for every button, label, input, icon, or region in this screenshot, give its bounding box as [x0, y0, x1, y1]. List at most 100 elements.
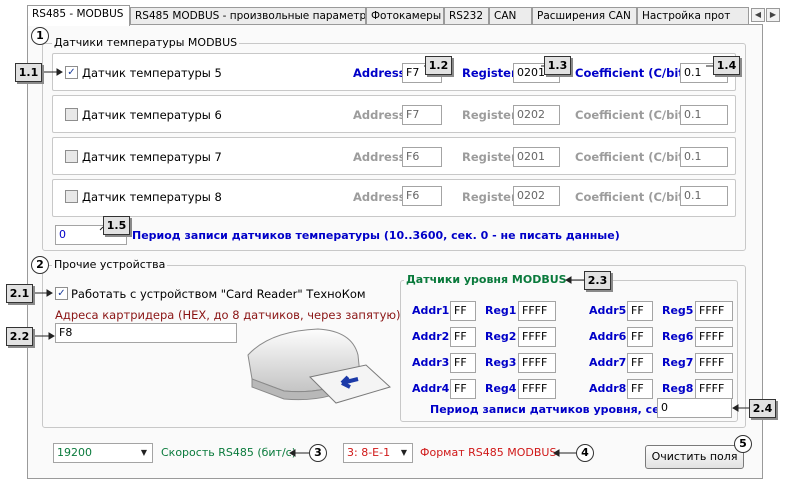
level-addr-8-label: Addr8 [589, 382, 627, 395]
temp-period-label: Период записи датчиков температуры (10..… [132, 229, 620, 242]
callout-2-1: 2.1 [6, 284, 33, 303]
sensor-5-checkbox[interactable]: ✓ [65, 66, 78, 79]
sensor-5-address-label: Address [353, 66, 406, 80]
sensor-6-address-label: Address [353, 108, 406, 122]
sensor-7-checkbox[interactable] [65, 150, 78, 163]
sensor-7-register-input[interactable]: 0201 [513, 147, 560, 167]
callout-2-2: 2.2 [6, 327, 33, 346]
speed-label: Скорость RS485 (бит/с) [161, 446, 296, 459]
sensor-7-address-input[interactable]: F6 [402, 147, 442, 167]
level-addr-2-input[interactable]: FF [450, 327, 476, 347]
format-label: Формат RS485 MODBUS [420, 446, 557, 459]
level-sensors-title: Датчики уровня MODBUS [404, 273, 569, 286]
tab-protocol[interactable]: Настройка прот [637, 7, 749, 25]
level-addr-1-input[interactable]: FF [450, 301, 476, 321]
callout-1-2: 1.2 [425, 56, 452, 75]
sensor-6-register-input[interactable]: 0202 [513, 105, 560, 125]
level-reg-6-input[interactable]: FFFF [695, 327, 733, 347]
sensor-6-coef-input[interactable]: 0.1 [680, 105, 728, 125]
level-addr-4-input[interactable]: FF [450, 379, 476, 399]
sensor-5-register-label: Register [462, 66, 517, 80]
level-reg-7-label: Reg7 [662, 356, 694, 369]
scroll-right-icon[interactable]: ▶ [766, 8, 780, 22]
sensor-6-checkbox[interactable] [65, 108, 78, 121]
level-reg-1-label: Reg1 [485, 304, 517, 317]
level-period-input[interactable]: 0 [657, 398, 732, 418]
temp-sensors-title: Датчики температуры MODBUS [52, 36, 240, 49]
level-reg-2-input[interactable]: FFFF [518, 327, 556, 347]
callout-1-4: 1.4 [713, 56, 740, 75]
level-reg-7-input[interactable]: FFFF [695, 353, 733, 373]
level-addr-3-input[interactable]: FF [450, 353, 476, 373]
tab-can[interactable]: CAN [489, 7, 532, 25]
sensor-8-coef-label: Coefficient (C/bit) [575, 190, 690, 204]
sensor-7-coef-input[interactable]: 0.1 [680, 147, 728, 167]
sensor-6-label: Датчик температуры 6 [82, 108, 222, 122]
level-reg-2-label: Reg2 [485, 330, 517, 343]
sensor-8-register-input[interactable]: 0202 [513, 186, 560, 206]
level-reg-1-input[interactable]: FFFF [518, 301, 556, 321]
marker-5: 5 [734, 435, 752, 453]
scroll-left-icon[interactable]: ◀ [751, 8, 765, 22]
sensor-7-address-label: Address [353, 150, 406, 164]
sensor-7-label: Датчик температуры 7 [82, 150, 222, 164]
sensor-5-coef-label: Coefficient (C/bit) [575, 66, 690, 80]
callout-1-5: 1.5 [103, 216, 130, 235]
level-addr-8-input[interactable]: FF [627, 379, 653, 399]
level-reg-8-input[interactable]: FFFF [695, 379, 733, 399]
marker-2: 2 [31, 256, 49, 274]
sensor-8-address-label: Address [353, 190, 406, 204]
cartridge-address-label: Адреса картридера (HEX, до 8 датчиков, ч… [55, 308, 401, 322]
sensor-8-label: Датчик температуры 8 [82, 190, 222, 204]
sensor-5-label: Датчик температуры 5 [82, 66, 222, 80]
level-reg-8-label: Reg8 [662, 382, 694, 395]
sensor-8-checkbox[interactable] [65, 190, 78, 203]
level-addr-5-input[interactable]: FF [627, 301, 653, 321]
sensor-6-address-input[interactable]: F7 [402, 105, 442, 125]
sensor-8-address-input[interactable]: F6 [402, 186, 442, 206]
level-reg-6-label: Reg6 [662, 330, 694, 343]
tab-rs232[interactable]: RS232 [444, 7, 489, 25]
tab-can-ext[interactable]: Расширения CAN [532, 7, 637, 25]
level-addr-7-label: Addr7 [589, 356, 627, 369]
marker-4: 4 [576, 444, 594, 462]
sensor-8-coef-input[interactable]: 0.1 [680, 186, 728, 206]
tab-rs485-custom[interactable]: RS485 MODBUS - произвольные параметры [130, 7, 366, 25]
tab-cameras[interactable]: Фотокамеры [366, 7, 444, 25]
level-addr-7-input[interactable]: FF [627, 353, 653, 373]
speed-value: 19200 [57, 446, 92, 459]
sensor-7-register-label: Register [462, 150, 517, 164]
format-select[interactable]: 3: 8-E-1 ▼ [343, 443, 413, 463]
sensor-8-register-label: Register [462, 190, 517, 204]
level-addr-6-label: Addr6 [589, 330, 627, 343]
tab-strip: RS485 - MODBUS RS485 MODBUS - произвольн… [27, 5, 783, 26]
callout-2-4: 2.4 [749, 399, 776, 418]
level-reg-4-input[interactable]: FFFF [518, 379, 556, 399]
other-devices-title: Прочие устройства [52, 258, 168, 271]
clear-fields-button[interactable]: Очистить поля [645, 445, 744, 469]
marker-1: 1 [31, 27, 49, 45]
card-reader-device-icon [247, 328, 391, 404]
level-reg-3-input[interactable]: FFFF [518, 353, 556, 373]
level-addr-3-label: Addr3 [412, 356, 450, 369]
tab-rs485-modbus[interactable]: RS485 - MODBUS [27, 5, 130, 26]
level-reg-5-input[interactable]: FFFF [695, 301, 733, 321]
chevron-down-icon: ▼ [396, 444, 412, 462]
level-addr-6-input[interactable]: FF [627, 327, 653, 347]
card-reader-label: Работать с устройством "Card Reader" Тех… [71, 287, 366, 301]
card-reader-checkbox[interactable]: ✓ [55, 287, 68, 300]
callout-2-3: 2.3 [584, 271, 611, 290]
level-reg-4-label: Reg4 [485, 382, 517, 395]
level-addr-1-label: Addr1 [412, 304, 450, 317]
sensor-7-coef-label: Coefficient (C/bit) [575, 150, 690, 164]
speed-select[interactable]: 19200 ▼ [53, 443, 153, 463]
level-reg-5-label: Reg5 [662, 304, 694, 317]
level-addr-2-label: Addr2 [412, 330, 450, 343]
cartridge-address-input[interactable]: F8 [55, 323, 237, 343]
sensor-6-coef-label: Coefficient (C/bit) [575, 108, 690, 122]
chevron-down-icon: ▼ [136, 444, 152, 462]
sensor-6-register-label: Register [462, 108, 517, 122]
level-addr-5-label: Addr5 [589, 304, 627, 317]
level-reg-3-label: Reg3 [485, 356, 517, 369]
callout-1-1: 1.1 [15, 63, 42, 82]
